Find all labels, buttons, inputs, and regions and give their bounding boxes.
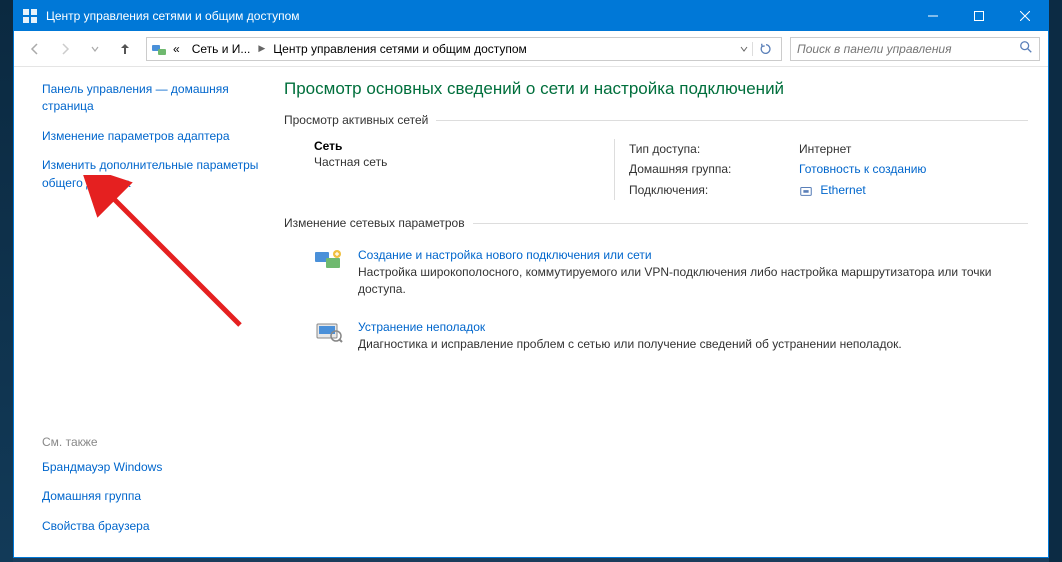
sidebar-link-homegroup[interactable]: Домашняя группа [42,488,264,505]
search-icon [1019,40,1033,57]
up-button[interactable] [112,36,138,62]
main-panel: Просмотр основных сведений о сети и наст… [274,67,1048,557]
see-also-label: См. также [42,435,264,449]
network-row: Сеть Частная сеть Тип доступа: Интернет … [284,139,1028,216]
search-input[interactable] [797,42,1015,56]
window: Центр управления сетями и общим доступом [13,0,1049,558]
access-type-label: Тип доступа: [629,139,799,159]
window-title: Центр управления сетями и общим доступом [46,9,910,23]
section-active-networks: Просмотр активных сетей [284,113,1028,127]
connections-label: Подключения: [629,180,799,200]
troubleshoot-icon [314,320,344,344]
action-troubleshoot-link[interactable]: Устранение неполадок [358,320,1008,334]
section-change-settings: Изменение сетевых параметров [284,216,1028,230]
breadcrumb-seg-2[interactable]: Центр управления сетями и общим доступом [267,42,533,56]
minimize-button[interactable] [910,1,956,31]
search-box[interactable] [790,37,1040,61]
active-networks-label: Просмотр активных сетей [284,113,436,127]
homegroup-label: Домашняя группа: [629,159,799,179]
connection-link[interactable]: Ethernet [820,183,865,197]
sidebar-link-sharing[interactable]: Изменить дополнительные параметры общего… [42,157,264,192]
action-troubleshoot-desc: Диагностика и исправление проблем с сеть… [358,336,1008,353]
network-type: Частная сеть [314,155,614,169]
action-new-connection: Создание и настройка нового подключения … [284,242,1028,314]
chevron-right-icon: ▶ [256,43,267,54]
breadcrumb[interactable]: « Сеть и И... ▶ Центр управления сетями … [146,37,782,61]
action-new-connection-desc: Настройка широкополосного, коммутируемог… [358,264,1008,298]
sidebar-link-internet-options[interactable]: Свойства браузера [42,518,264,535]
titlebar: Центр управления сетями и общим доступом [14,1,1048,31]
network-sharing-icon [151,41,167,57]
ethernet-icon [799,184,813,198]
navbar: « Сеть и И... ▶ Центр управления сетями … [14,31,1048,67]
change-settings-label: Изменение сетевых параметров [284,216,473,230]
sidebar-link-adapter[interactable]: Изменение параметров адаптера [42,128,264,145]
breadcrumb-refresh[interactable] [752,42,777,56]
window-controls [910,1,1048,31]
breadcrumb-seg-1[interactable]: Сеть и И... [186,42,257,56]
back-button[interactable] [22,36,48,62]
breadcrumb-overflow[interactable]: « [167,42,186,56]
sidebar: Панель управления — домашняя страница Из… [14,67,274,557]
content: Панель управления — домашняя страница Из… [14,67,1048,557]
recent-dropdown[interactable] [82,36,108,62]
action-new-connection-link[interactable]: Создание и настройка нового подключения … [358,248,1008,262]
sidebar-link-home[interactable]: Панель управления — домашняя страница [42,81,264,116]
app-icon [22,8,38,24]
forward-button[interactable] [52,36,78,62]
network-name: Сеть [314,139,614,153]
sidebar-link-firewall[interactable]: Брандмауэр Windows [42,459,264,476]
maximize-button[interactable] [956,1,1002,31]
action-troubleshoot: Устранение неполадок Диагностика и испра… [284,314,1028,369]
close-button[interactable] [1002,1,1048,31]
page-title: Просмотр основных сведений о сети и наст… [284,79,1028,99]
desktop-edge-right [1049,0,1062,562]
desktop-edge-left [0,0,13,562]
breadcrumb-dropdown[interactable] [740,45,752,53]
access-type-value: Интернет [799,139,851,159]
homegroup-link[interactable]: Готовность к созданию [799,159,926,179]
new-connection-icon [314,248,344,272]
